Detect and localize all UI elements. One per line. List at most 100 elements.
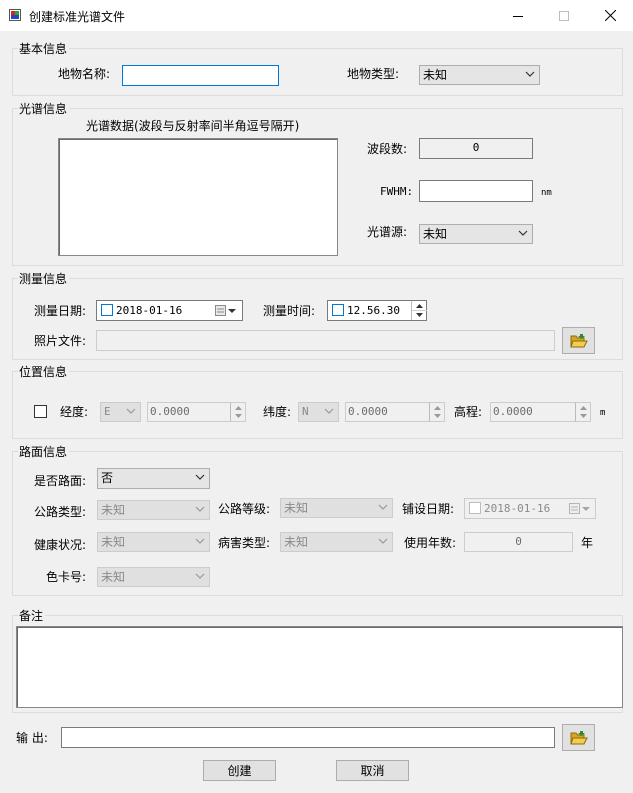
is-road-label: 是否路面:	[34, 474, 87, 488]
minimize-button[interactable]	[495, 0, 541, 31]
health-label: 健康状况:	[34, 538, 87, 552]
lat-dir-value: N	[302, 405, 309, 418]
fwhm-label: FWHM:	[380, 185, 414, 198]
spinner-arrows-icon	[412, 304, 427, 317]
calendar-icon	[569, 503, 590, 514]
lon-label: 经度:	[60, 405, 89, 419]
chevron-down-icon	[195, 474, 205, 480]
measure-time-checkbox[interactable]	[332, 304, 344, 316]
is-road-value: 否	[101, 471, 114, 485]
lon-dir-value: E	[104, 405, 111, 418]
type-select[interactable]: 未知	[419, 65, 540, 85]
source-select-value: 未知	[423, 227, 448, 241]
spectrum-data-label: 光谱数据(波段与反射率间半角逗号隔开)	[86, 119, 300, 133]
pave-date-picker[interactable]: 2018-01-16	[464, 498, 596, 519]
measure-date-label: 测量日期:	[34, 304, 87, 318]
chevron-down-icon	[525, 71, 535, 77]
measure-time-label: 测量时间:	[263, 304, 316, 318]
close-button[interactable]	[587, 0, 633, 31]
output-input[interactable]	[61, 727, 555, 748]
fwhm-unit: nm	[541, 188, 552, 198]
type-select-value: 未知	[423, 68, 448, 82]
spectrum-title: 光谱信息	[18, 102, 70, 116]
chevron-down-icon	[195, 538, 205, 544]
photo-label: 照片文件:	[34, 334, 87, 348]
window-title: 创建标准光谱文件	[29, 10, 126, 24]
output-browse-button[interactable]	[562, 724, 595, 751]
color-select[interactable]: 未知	[97, 567, 210, 587]
source-select[interactable]: 未知	[419, 224, 533, 244]
measure-time-value: 12.56.30	[347, 304, 400, 317]
is-road-select[interactable]: 否	[97, 468, 210, 489]
health-value: 未知	[101, 535, 126, 549]
road-title: 路面信息	[18, 445, 70, 459]
color-label: 色卡号:	[46, 570, 87, 584]
lon-spinner[interactable]	[230, 403, 245, 421]
elev-value: 0.0000	[493, 405, 533, 418]
cancel-button[interactable]: 取消	[336, 760, 409, 781]
folder-open-icon	[569, 333, 588, 347]
road-grade-select[interactable]: 未知	[280, 498, 393, 518]
close-icon	[604, 10, 616, 21]
lon-input[interactable]: 0.0000	[147, 402, 246, 422]
measure-date-value: 2018-01-16	[116, 304, 183, 317]
measure-time-picker[interactable]: 12.56.30	[327, 300, 427, 321]
years-value: 0	[464, 532, 573, 552]
road-type-value: 未知	[101, 503, 126, 517]
road-grade-value: 未知	[284, 501, 309, 515]
color-value: 未知	[101, 570, 126, 584]
photo-browse-button[interactable]	[562, 327, 595, 354]
years-label: 使用年数:	[404, 536, 457, 550]
chevron-down-icon	[518, 230, 528, 236]
maximize-button[interactable]	[541, 0, 587, 31]
app-icon	[9, 9, 21, 21]
road-type-label: 公路类型:	[34, 505, 87, 519]
chevron-down-icon	[195, 506, 205, 512]
bands-value: 0	[419, 138, 533, 159]
measure-title: 测量信息	[18, 272, 70, 286]
health-select[interactable]: 未知	[97, 532, 210, 552]
pave-date-label: 铺设日期:	[402, 502, 455, 516]
damage-value: 未知	[284, 535, 309, 549]
output-label: 输 出:	[16, 731, 48, 745]
lat-label: 纬度:	[263, 405, 292, 419]
maximize-icon	[559, 10, 569, 21]
damage-select[interactable]: 未知	[280, 532, 393, 552]
spectrum-data-textarea[interactable]	[58, 138, 338, 256]
lat-spinner[interactable]	[429, 403, 444, 421]
type-label: 地物类型:	[347, 67, 400, 81]
notes-textarea[interactable]	[16, 626, 623, 708]
position-enable-checkbox[interactable]	[34, 405, 47, 418]
pave-date-checkbox[interactable]	[469, 502, 481, 514]
measure-date-checkbox[interactable]	[101, 304, 113, 316]
photo-input[interactable]	[96, 330, 555, 351]
elev-input[interactable]: 0.0000	[490, 402, 591, 422]
title-bar: 创建标准光谱文件	[0, 0, 633, 31]
fwhm-input[interactable]	[419, 180, 533, 202]
elev-label: 高程:	[454, 405, 483, 419]
spinner-arrows-icon	[580, 406, 587, 418]
measure-date-picker[interactable]: 2018-01-16	[96, 300, 243, 321]
create-button[interactable]: 创建	[203, 760, 276, 781]
road-type-select[interactable]: 未知	[97, 500, 210, 520]
source-label: 光谱源:	[367, 225, 408, 239]
elev-spinner[interactable]	[575, 403, 590, 421]
lat-input[interactable]: 0.0000	[345, 402, 445, 422]
calendar-icon	[215, 305, 236, 316]
name-input[interactable]	[122, 65, 279, 86]
folder-open-icon	[569, 730, 588, 744]
measure-time-spinner[interactable]	[411, 301, 427, 320]
lon-dir-select[interactable]: E	[100, 402, 141, 422]
lat-dir-select[interactable]: N	[298, 402, 339, 422]
years-unit: 年	[581, 536, 594, 550]
damage-label: 病害类型:	[218, 536, 271, 550]
bands-label: 波段数:	[367, 142, 408, 156]
pave-date-value: 2018-01-16	[484, 502, 551, 515]
chevron-down-icon	[378, 538, 388, 544]
notes-title: 备注	[18, 609, 46, 623]
basic-info-title: 基本信息	[18, 42, 70, 56]
elev-unit: m	[600, 408, 606, 418]
road-grade-label: 公路等级:	[218, 502, 271, 516]
spinner-arrows-icon	[235, 406, 242, 418]
name-label: 地物名称:	[58, 67, 111, 81]
